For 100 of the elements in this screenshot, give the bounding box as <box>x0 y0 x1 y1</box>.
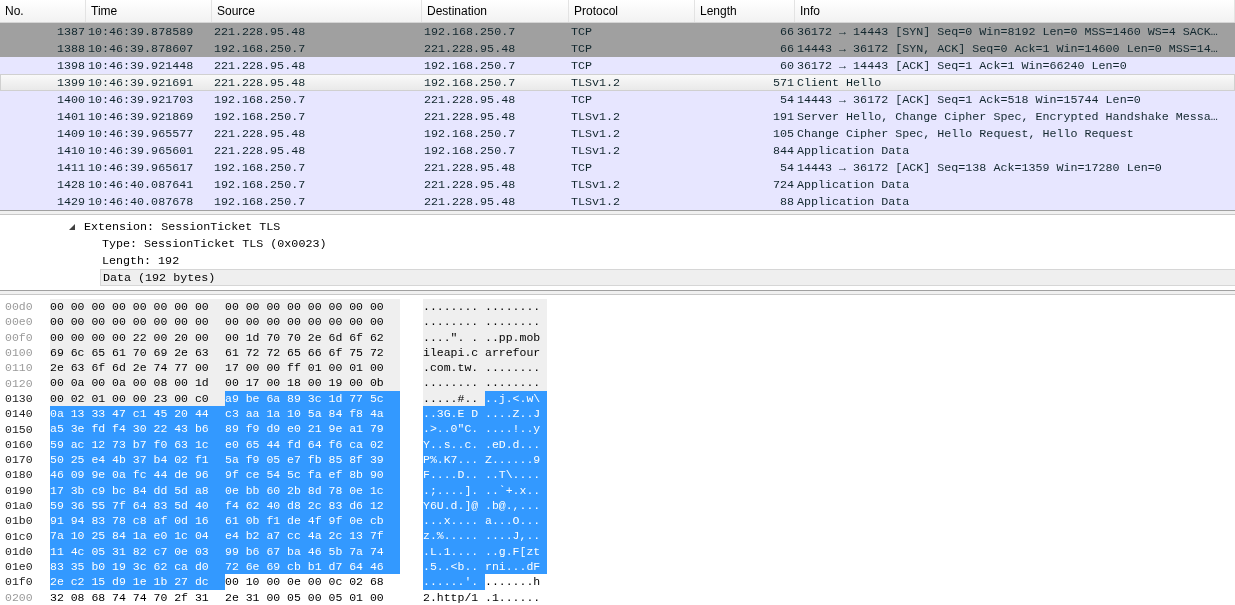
collapse-icon[interactable] <box>68 222 76 231</box>
byte-offset: 01b0 <box>5 514 34 528</box>
packet-row[interactable]: 1428 10:46:40.087641 192.168.250.7 221.228.95.48 TLSv1.2 724 Application Data <box>0 176 1235 193</box>
packet-time: 10:46:39.965601 <box>88 143 194 158</box>
hex-bytes: e4 b2 a7 cc 4a 2c 13 7f <box>225 528 400 544</box>
packet-row[interactable]: 1388 10:46:39.878607 192.168.250.7 221.228.95.48 TCP 66 14443 → 36172 [SYN, ACK] Seq=0 Ack=1 Win=14600 Len=0 MSS=14… <box>0 40 1235 57</box>
byte-offset: 0200 <box>5 590 34 604</box>
byte-offset: 00d0 <box>5 300 34 314</box>
hex-bytes: 2e c2 15 d9 1e 1b 27 dc <box>50 574 225 590</box>
packet-info: Client Hello <box>797 75 882 90</box>
column-header[interactable]: Destination <box>422 0 569 22</box>
packet-number: 1428 <box>56 177 85 192</box>
destination-address: 221.228.95.48 <box>424 109 516 124</box>
packet-row[interactable]: 1410 10:46:39.965601 221.228.95.48 192.168.250.7 TLSv1.2 844 Application Data <box>0 142 1235 159</box>
packet-info: 14443 → 36172 [ACK] Seq=138 Ack=1359 Win=17280 Len=0 <box>797 160 1162 175</box>
column-header[interactable]: Protocol <box>569 0 695 22</box>
packet-number: 1410 <box>56 143 85 158</box>
tree-item[interactable]: Extension: SessionTicket TLS <box>82 218 283 235</box>
packet-number: 1398 <box>56 58 85 73</box>
packet-time: 10:46:39.921448 <box>88 58 194 73</box>
source-address: 221.228.95.48 <box>214 75 306 90</box>
packet-number: 1387 <box>56 24 85 39</box>
packet-info: Application Data <box>797 194 910 209</box>
packet-row[interactable]: 1411 10:46:39.965617 192.168.250.7 221.228.95.48 TCP 54 14443 → 36172 [ACK] Seq=138 Ack=1359 Win=17280 Len=0 <box>0 159 1235 176</box>
tree-item[interactable]: Type: SessionTicket TLS (0x0023) <box>100 235 329 252</box>
column-header[interactable]: Source <box>212 0 422 22</box>
protocol-name: TLSv1.2 <box>571 177 621 192</box>
ascii-text: ........ <box>423 299 485 315</box>
packet-row[interactable]: 1387 10:46:39.878589 221.228.95.48 192.168.250.7 TCP 66 36172 → 14443 [SYN] Seq=0 Win=8192 Len=0 MSS=1460 WS=4 SACK… <box>0 23 1235 40</box>
column-header[interactable]: Length <box>695 0 795 22</box>
byte-offset: 01f0 <box>5 575 34 589</box>
ascii-text: ....J,.. <box>485 528 547 544</box>
hex-bytes: 61 0b f1 de 4f 9f 0e cb <box>225 513 400 529</box>
packet-length: 844 <box>772 143 794 158</box>
packet-time: 10:46:39.878607 <box>88 41 194 56</box>
ascii-text: 2.http/1 <box>423 589 480 605</box>
hex-bytes: 00 17 00 18 00 19 00 0b <box>225 375 400 391</box>
byte-offset: 00f0 <box>5 330 34 344</box>
packet-row[interactable]: 1401 10:46:39.921869 192.168.250.7 221.228.95.48 TLSv1.2 191 Server Hello, Change Cipher Spec, Encrypted Handshake Messa… <box>0 108 1235 125</box>
column-header[interactable]: No. <box>0 0 86 22</box>
packet-row[interactable]: 1399 10:46:39.921691 221.228.95.48 192.168.250.7 TLSv1.2 571 Client Hello <box>0 74 1235 91</box>
hex-bytes: 9f ce 54 5c fa ef 8b 90 <box>225 467 400 483</box>
hex-bytes: 89 f9 d9 e0 21 9e a1 79 <box>225 421 400 437</box>
hex-bytes: 00 00 00 00 00 00 00 00 <box>50 299 225 315</box>
byte-offset: 00e0 <box>5 315 34 329</box>
source-address: 192.168.250.7 <box>214 177 306 192</box>
tree-item[interactable]: Data (192 bytes) <box>100 269 1235 286</box>
destination-address: 192.168.250.7 <box>424 126 516 141</box>
packet-time: 10:46:39.921691 <box>88 75 194 90</box>
byte-offset: 0170 <box>5 453 34 467</box>
packet-info: 36172 → 14443 [ACK] Seq=1 Ack=1 Win=66240 Len=0 <box>797 58 1127 73</box>
protocol-name: TLSv1.2 <box>571 75 621 90</box>
packet-info: Change Cipher Spec, Hello Request, Hello Request <box>797 126 1134 141</box>
byte-offset: 0190 <box>5 483 34 497</box>
packet-time: 10:46:40.087678 <box>88 194 194 209</box>
hex-bytes: 00 00 00 00 00 00 00 00 <box>225 314 400 330</box>
ascii-text: ........ <box>485 375 547 391</box>
source-address: 221.228.95.48 <box>214 126 306 141</box>
hex-bytes: 83 35 b0 19 3c 62 ca d0 <box>50 559 225 575</box>
source-address: 192.168.250.7 <box>214 160 306 175</box>
ascii-text: .>..0"C. <box>423 421 485 437</box>
byte-offset: 0100 <box>5 346 34 360</box>
packet-info: Application Data <box>797 177 910 192</box>
packet-number: 1411 <box>56 160 85 175</box>
source-address: 221.228.95.48 <box>214 24 306 39</box>
byte-offset: 0130 <box>5 391 34 405</box>
packet-length: 724 <box>772 177 794 192</box>
ascii-text: a...O... <box>485 513 547 529</box>
packet-time: 10:46:39.878589 <box>88 24 194 39</box>
packet-length: 66 <box>779 24 794 39</box>
protocol-name: TLSv1.2 <box>571 194 621 209</box>
source-address: 192.168.250.7 <box>214 41 306 56</box>
column-header[interactable]: Info <box>795 0 1235 22</box>
byte-offset: 01e0 <box>5 560 34 574</box>
destination-address: 221.228.95.48 <box>424 160 516 175</box>
protocol-name: TCP <box>571 160 593 175</box>
hex-bytes: 46 09 9e 0a fc 44 de 96 <box>50 467 225 483</box>
hex-bytes: 32 08 68 74 74 70 2f 31 <box>50 589 210 605</box>
packet-length: 88 <box>779 194 794 209</box>
packet-number: 1399 <box>56 75 85 90</box>
protocol-name: TCP <box>571 92 593 107</box>
packet-time: 10:46:39.921869 <box>88 109 194 124</box>
protocol-name: TCP <box>571 41 593 56</box>
packet-row[interactable]: 1409 10:46:39.965577 221.228.95.48 192.168.250.7 TLSv1.2 105 Change Cipher Spec, Hello Request, Hello Request <box>0 125 1235 142</box>
source-address: 192.168.250.7 <box>214 109 306 124</box>
packet-row[interactable]: 1398 10:46:39.921448 221.228.95.48 192.168.250.7 TCP 60 36172 → 14443 [ACK] Seq=1 Ack=1 Win=66240 Len=0 <box>0 57 1235 74</box>
packet-number: 1409 <box>56 126 85 141</box>
ascii-text: z.%..... <box>423 528 485 544</box>
destination-address: 221.228.95.48 <box>424 194 516 209</box>
packet-info: Application Data <box>797 143 910 158</box>
packet-row[interactable]: 1400 10:46:39.921703 192.168.250.7 221.228.95.48 TCP 54 14443 → 36172 [ACK] Seq=1 Ack=518 Win=15744 Len=0 <box>0 91 1235 108</box>
hex-bytes: 17 00 00 ff 01 00 01 00 <box>225 360 400 376</box>
tree-item[interactable]: Length: 192 <box>100 252 182 269</box>
hex-bytes: 2e 63 6f 6d 2e 74 77 00 <box>50 360 225 376</box>
ascii-text: .5..<b.. <box>423 559 485 575</box>
column-header[interactable]: Time <box>86 0 212 22</box>
packet-length: 105 <box>772 126 794 141</box>
protocol-name: TLSv1.2 <box>571 143 621 158</box>
packet-number: 1388 <box>56 41 85 56</box>
packet-row[interactable]: 1429 10:46:40.087678 192.168.250.7 221.228.95.48 TLSv1.2 88 Application Data <box>0 193 1235 210</box>
